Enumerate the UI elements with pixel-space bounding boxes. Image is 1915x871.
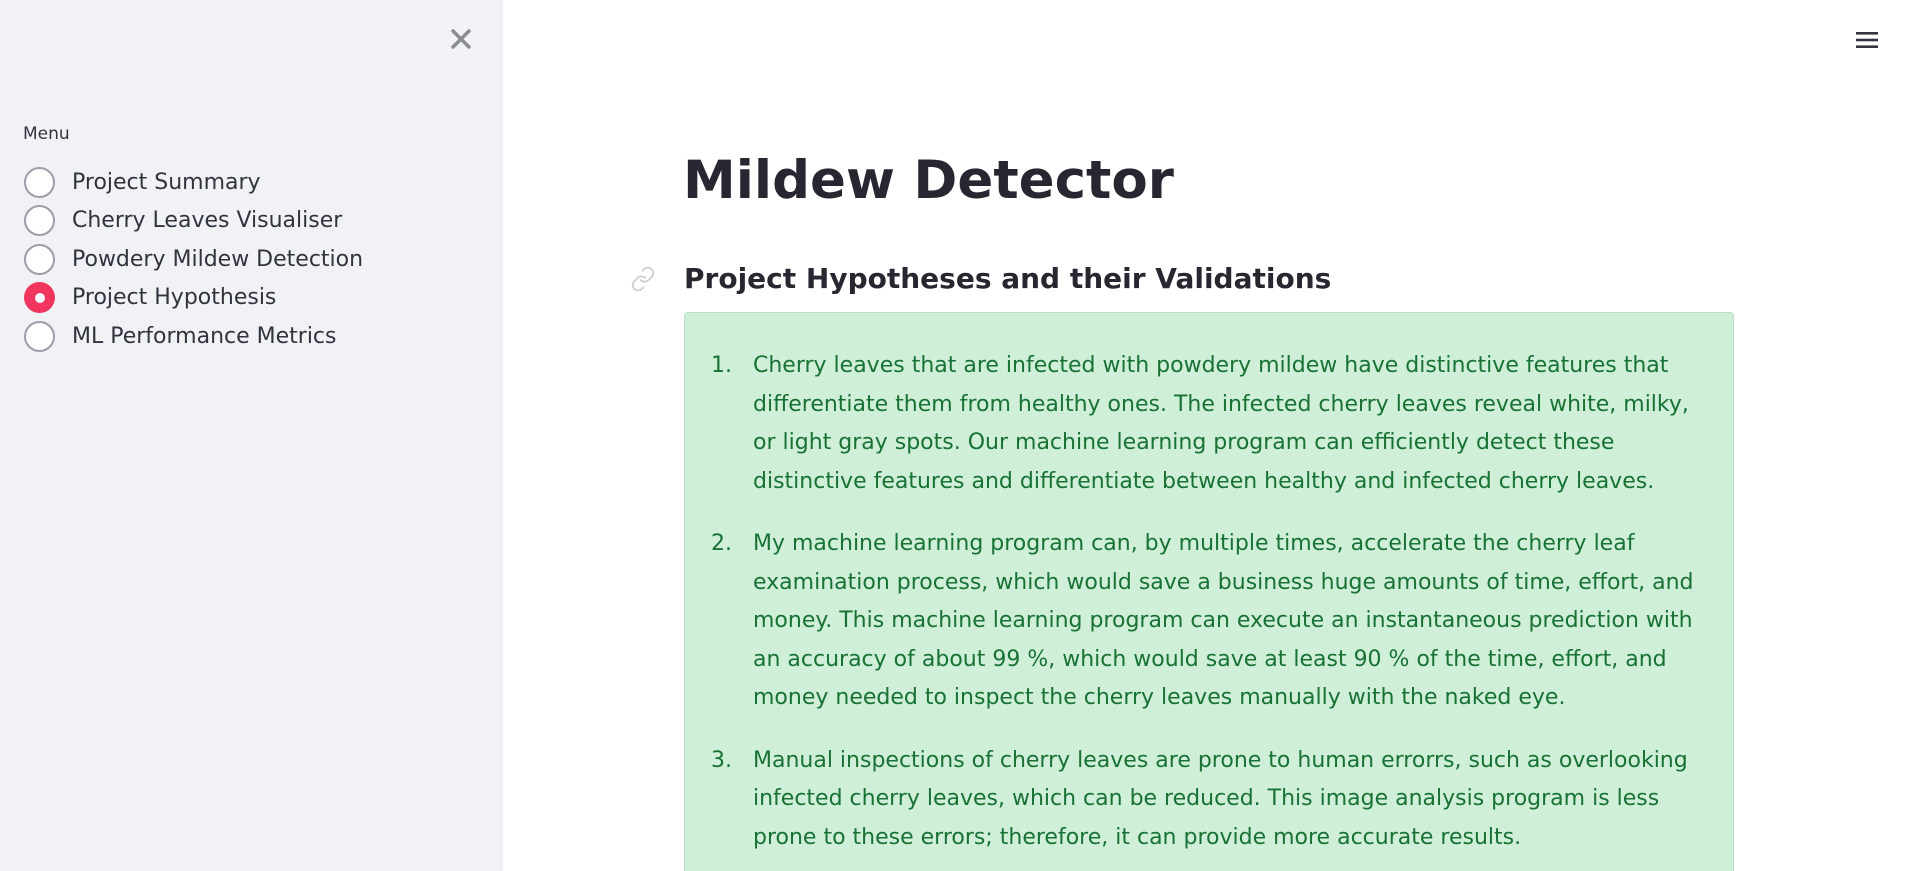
main-menu-button[interactable] xyxy=(1853,26,1881,54)
nav-option-powdery-mildew-detection[interactable]: Powdery Mildew Detection xyxy=(24,240,484,279)
nav-option-ml-performance-metrics[interactable]: ML Performance Metrics xyxy=(24,317,484,356)
list-item: 2. My machine learning program can, by m… xyxy=(711,525,1716,718)
navigation-radio-group: Project Summary Cherry Leaves Visualiser… xyxy=(24,163,484,356)
list-item-text: Cherry leaves that are infected with pow… xyxy=(753,353,1689,494)
radio-button[interactable] xyxy=(24,320,55,352)
list-item-text: My machine learning program can, by mult… xyxy=(753,531,1694,710)
list-item-number: 1. xyxy=(711,353,732,378)
nav-option-project-summary[interactable]: Project Summary xyxy=(24,163,484,202)
radio-button[interactable] xyxy=(24,205,55,237)
list-item-number: 2. xyxy=(711,531,732,556)
nav-option-cherry-leaves-visualiser[interactable]: Cherry Leaves Visualiser xyxy=(24,202,484,241)
list-item: 1. Cherry leaves that are infected with … xyxy=(711,347,1716,501)
success-alert-box: 1. Cherry leaves that are infected with … xyxy=(684,312,1734,871)
hypotheses-list: 1. Cherry leaves that are infected with … xyxy=(711,347,1716,871)
nav-option-label: Cherry Leaves Visualiser xyxy=(72,208,343,234)
hamburger-menu-icon xyxy=(1856,32,1878,48)
page-title: Mildew Detector xyxy=(683,150,1174,211)
list-item: 3. Manual inspections of cherry leaves a… xyxy=(711,742,1716,858)
nav-option-label: ML Performance Metrics xyxy=(72,323,337,349)
nav-option-project-hypothesis[interactable]: Project Hypothesis xyxy=(24,279,484,318)
menu-label: Menu xyxy=(23,124,70,144)
radio-button[interactable] xyxy=(24,243,55,275)
nav-option-label: Project Hypothesis xyxy=(72,285,277,311)
sidebar: Menu Project Summary Cherry Leaves Visua… xyxy=(0,0,503,871)
link-icon xyxy=(631,266,655,292)
list-item-text: Manual inspections of cherry leaves are … xyxy=(753,747,1688,850)
list-item-number: 3. xyxy=(711,747,732,773)
sidebar-close-button[interactable] xyxy=(444,22,478,56)
app-root: Menu Project Summary Cherry Leaves Visua… xyxy=(0,0,1915,871)
section-heading: Project Hypotheses and their Validations xyxy=(684,262,1332,295)
radio-button[interactable] xyxy=(24,166,55,198)
radio-button-selected[interactable] xyxy=(24,282,55,314)
nav-option-label: Powdery Mildew Detection xyxy=(72,246,364,272)
nav-option-label: Project Summary xyxy=(72,169,261,195)
anchor-link-button[interactable] xyxy=(630,266,656,292)
close-icon xyxy=(451,29,471,49)
